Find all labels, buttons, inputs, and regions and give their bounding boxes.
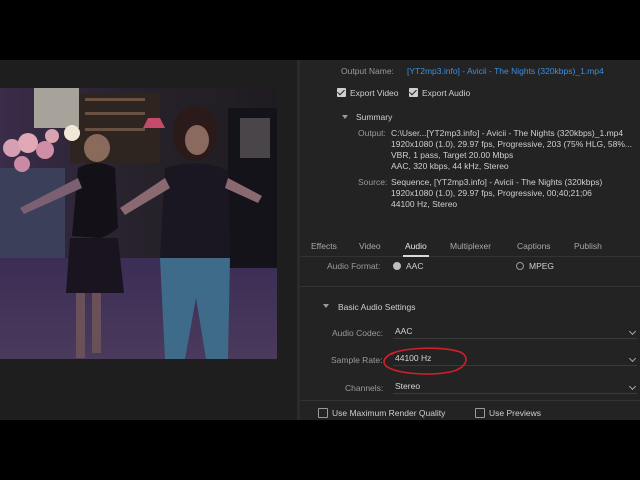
channels-dropdown[interactable]: Stereo xyxy=(393,380,637,394)
channels-label: Channels: xyxy=(345,383,384,393)
audio-codec-value: AAC xyxy=(395,326,413,336)
max-render-quality-label: Use Maximum Render Quality xyxy=(332,408,446,418)
aac-radio-label: AAC xyxy=(406,261,424,271)
audio-codec-dropdown[interactable]: AAC xyxy=(393,325,637,339)
tab-video[interactable]: Video xyxy=(359,241,381,251)
use-previews-label: Use Previews xyxy=(489,408,541,418)
aac-radio[interactable] xyxy=(393,262,401,270)
chevron-down-icon xyxy=(628,327,637,336)
audio-format-label: Audio Format: xyxy=(327,261,381,271)
preview-frame-image xyxy=(0,88,277,359)
basic-audio-settings-heading: Basic Audio Settings xyxy=(338,302,416,312)
tab-multiplexer[interactable]: Multiplexer xyxy=(450,241,491,251)
channels-value: Stereo xyxy=(395,381,421,391)
output-name-link[interactable]: [YT2mp3.info] - Avicii - The Nights (320… xyxy=(407,66,604,76)
summary-chevron-icon[interactable] xyxy=(342,115,348,119)
video-preview xyxy=(0,88,277,359)
tab-captions[interactable]: Captions xyxy=(517,241,551,251)
summary-heading: Summary xyxy=(356,112,393,122)
screen: { "export": { "output_name_label": "Outp… xyxy=(0,0,640,480)
output-summary-line: C:\User...[YT2mp3.info] - Avicii - The N… xyxy=(391,128,624,138)
source-summary-line: Sequence, [YT2mp3.info] - Avicii - The N… xyxy=(391,177,603,187)
output-name-label: Output Name: xyxy=(341,66,394,76)
footer-divider xyxy=(300,400,640,401)
audio-codec-label: Audio Codec: xyxy=(332,328,384,338)
export-video-checkbox[interactable] xyxy=(337,88,346,97)
export-video-label: Export Video xyxy=(350,88,399,98)
mpeg-radio-label: MPEG xyxy=(529,261,555,271)
export-audio-label: Export Audio xyxy=(422,88,471,98)
basic-settings-chevron-icon[interactable] xyxy=(323,304,329,308)
section-divider xyxy=(300,286,640,287)
output-summary-line: AAC, 320 kbps, 44 kHz, Stereo xyxy=(391,161,509,171)
red-circle-annotation xyxy=(383,347,467,375)
tab-publish[interactable]: Publish xyxy=(574,241,602,251)
chevron-down-icon xyxy=(628,382,637,391)
mpeg-radio[interactable] xyxy=(516,262,524,270)
tab-audio[interactable]: Audio xyxy=(403,241,429,257)
sample-rate-label: Sample Rate: xyxy=(331,355,383,365)
source-summary-line: 1920x1080 (1.0), 29.97 fps, Progressive,… xyxy=(391,188,592,198)
chevron-down-icon xyxy=(628,354,637,363)
export-audio-checkbox[interactable] xyxy=(409,88,418,97)
output-summary-line: VBR, 1 pass, Target 20.00 Mbps xyxy=(391,150,514,160)
settings-tab-bar: Effects Video Audio Multiplexer Captions… xyxy=(300,236,640,257)
output-summary-label: Output: xyxy=(358,128,386,138)
source-summary-label: Source: xyxy=(358,177,388,187)
source-summary-line: 44100 Hz, Stereo xyxy=(391,199,458,209)
output-summary-line: 1920x1080 (1.0), 29.97 fps, Progressive,… xyxy=(391,139,632,149)
export-settings-window: Output Name: [YT2mp3.info] - Avicii - Th… xyxy=(0,60,640,420)
export-settings-panel: Output Name: [YT2mp3.info] - Avicii - Th… xyxy=(300,60,640,420)
max-render-quality-checkbox[interactable] xyxy=(318,408,328,418)
use-previews-checkbox[interactable] xyxy=(475,408,485,418)
tab-effects[interactable]: Effects xyxy=(311,241,337,251)
